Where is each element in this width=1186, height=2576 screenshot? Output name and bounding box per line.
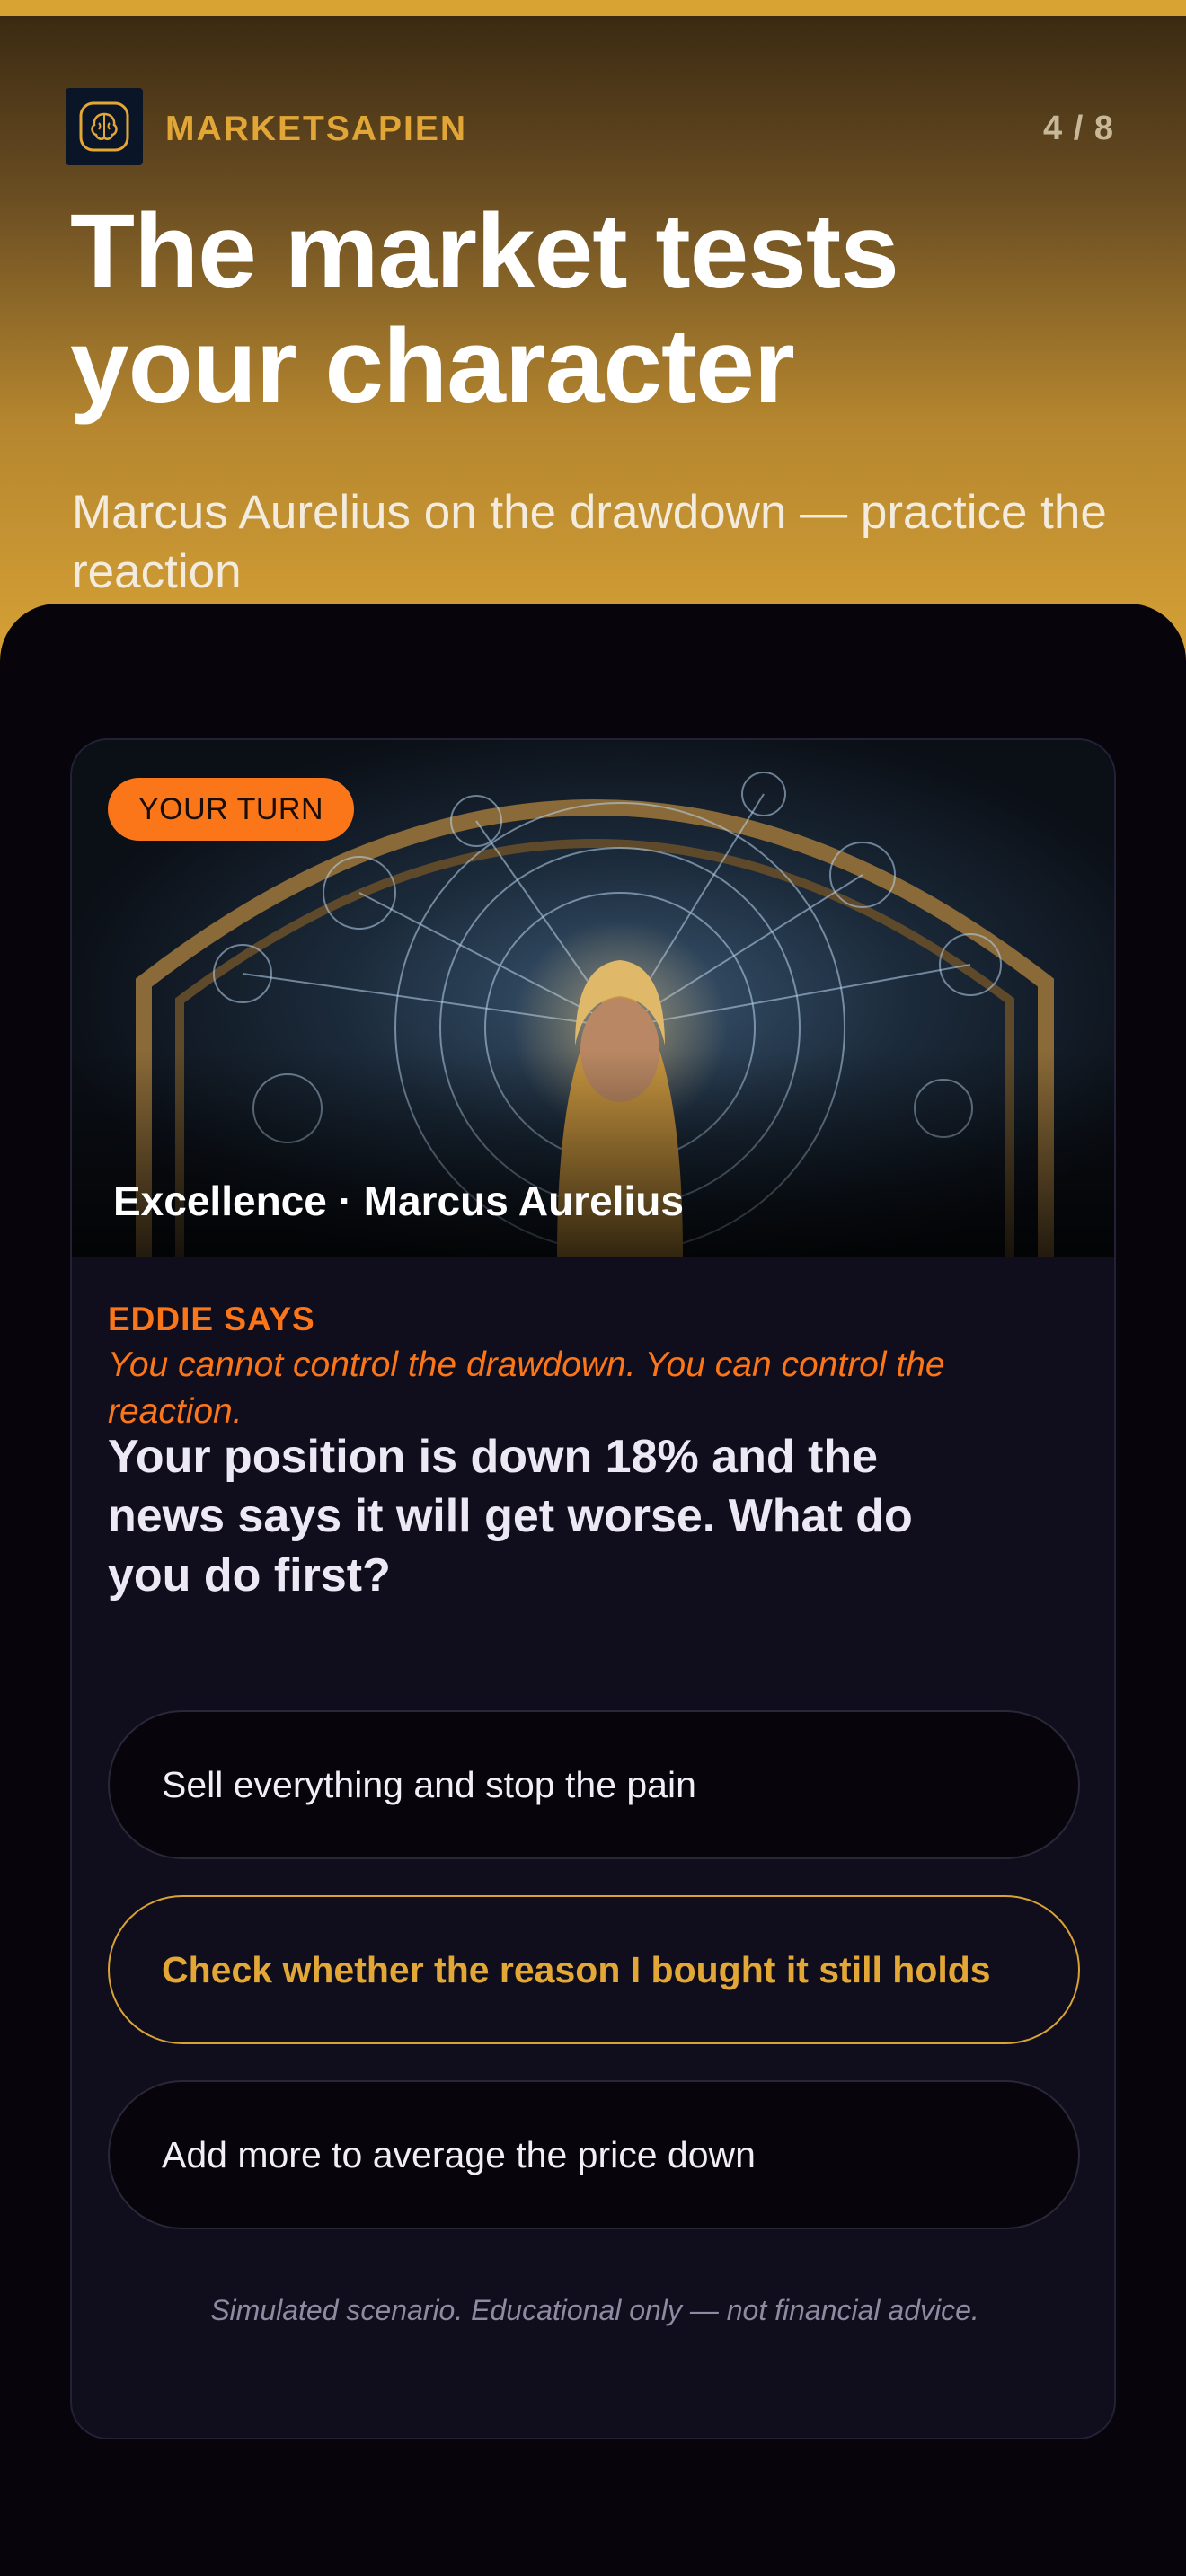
brand-name: MARKETSAPIEN xyxy=(165,110,468,148)
answer-option-sell[interactable]: Sell everything and stop the pain xyxy=(108,1710,1080,1859)
top-accent-bar xyxy=(0,0,1186,16)
answer-option-check-thesis[interactable]: Check whether the reason I bought it sti… xyxy=(108,1895,1080,2044)
scenario-card: YOUR TURN Excellence · Marcus Aurelius E… xyxy=(70,738,1116,2439)
speaker-label: EDDIE SAYS xyxy=(108,1301,315,1337)
disclaimer-text: Simulated scenario. Educational only — n… xyxy=(210,2294,979,2326)
app-logo xyxy=(66,88,143,165)
image-caption: Excellence · Marcus Aurelius xyxy=(113,1178,684,1224)
scenario-question: Your position is down 18% and the news s… xyxy=(108,1431,913,1601)
speaker-quote: You cannot control the drawdown. You can… xyxy=(108,1345,945,1431)
your-turn-badge: YOUR TURN xyxy=(108,778,354,841)
brain-icon xyxy=(79,101,129,152)
step-counter: 4 / 8 xyxy=(1043,110,1114,147)
scenario-image: YOUR TURN Excellence · Marcus Aurelius xyxy=(72,740,1114,1257)
page-subtitle: Marcus Aurelius on the drawdown — practi… xyxy=(72,486,1107,598)
page-title: The market tests your character xyxy=(70,192,899,426)
hero-header: MARKETSAPIEN 4 / 8 The market tests your… xyxy=(0,16,1186,672)
answer-option-average-down[interactable]: Add more to average the price down xyxy=(108,2080,1080,2229)
